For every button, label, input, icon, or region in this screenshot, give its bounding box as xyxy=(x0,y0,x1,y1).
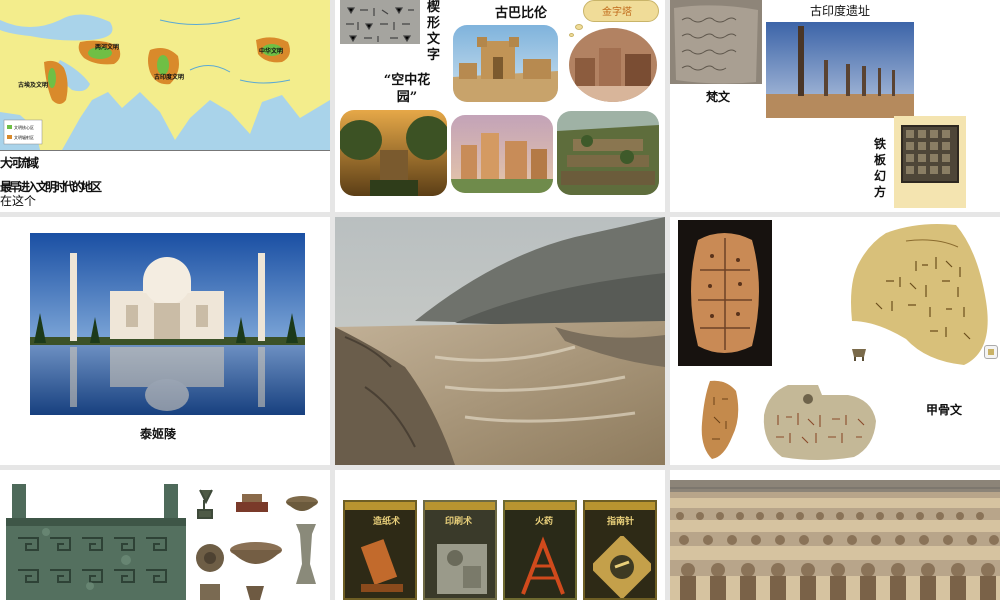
map-label-india: 古印度文明 xyxy=(154,74,185,81)
cuneiform-tablet-image xyxy=(340,0,420,44)
slide-babylon[interactable]: 楔形文字 古巴比伦 金字塔 “空中花园” xyxy=(335,0,665,212)
taj-mahal-caption: 泰姬陵 xyxy=(140,427,177,441)
divider xyxy=(0,150,330,151)
map-label-mesopotamia: 两河文明 xyxy=(95,44,120,51)
bubble-dot xyxy=(569,33,574,37)
oracle-bone-fragment-image xyxy=(846,221,994,367)
hanging-garden-image-1 xyxy=(340,110,447,196)
stamp-band xyxy=(505,502,575,510)
hanging-garden-image-2 xyxy=(451,115,553,193)
legend-radiate: 文明辐射区 xyxy=(14,135,34,140)
small-tile-icon xyxy=(984,345,998,359)
babylon-ruins-image xyxy=(453,25,558,102)
slide-terracotta-army[interactable] xyxy=(670,470,1000,600)
bronze-vessel-icon xyxy=(850,343,868,361)
map-label-china: 中华文明 xyxy=(259,48,284,55)
babylon-title: 古巴比伦 xyxy=(495,2,548,21)
stamp-title: 造纸术 xyxy=(373,517,401,527)
map-label-egypt: 古埃及文明 xyxy=(18,82,49,89)
slide-ancient-india[interactable]: 古印度遗址 梵文 铁板幻方 xyxy=(670,0,1000,212)
wedge-script-label: 楔形文字 xyxy=(427,0,441,63)
stamp-compass[interactable]: 指南针 xyxy=(583,500,657,600)
thought-bubble: 金字塔 xyxy=(583,0,659,22)
turtle-shell-image xyxy=(678,220,772,366)
oracle-bone-small-image xyxy=(696,377,744,461)
sanskrit-label: 梵文 xyxy=(706,90,731,104)
hanging-garden-image-3 xyxy=(557,111,659,195)
stamp-band xyxy=(585,502,655,510)
oracle-caption: 甲骨文 xyxy=(926,403,963,417)
caption-line4: 在这个 xyxy=(0,194,37,208)
stamp-gunpowder[interactable]: 火药 xyxy=(503,500,577,600)
india-site-label: 古印度遗址 xyxy=(810,4,871,18)
sanskrit-stone-image xyxy=(670,0,762,84)
persepolis-ruins-image xyxy=(766,22,914,118)
taj-mahal-image xyxy=(30,233,305,415)
stamp-title: 火药 xyxy=(535,517,554,527)
slide-yellow-river[interactable] xyxy=(335,217,665,465)
bronze-artifacts-image xyxy=(190,486,330,600)
stamp-papermaking[interactable]: 造纸术 xyxy=(343,500,417,600)
bubble-dot xyxy=(575,24,583,30)
stamp-title: 印刷术 xyxy=(445,517,473,527)
terracotta-army-image xyxy=(670,480,1000,600)
slide-taj-mahal[interactable]: 泰姬陵 xyxy=(0,217,330,465)
slide-oracle-bones[interactable]: 甲骨文 xyxy=(670,217,1000,465)
slide-grid: 两河文明 古埃及文明 古印度文明 中华文明 文明核心区 文明辐射区 大河流域 最… xyxy=(0,0,1000,600)
scapula-bone-image xyxy=(758,381,878,463)
stamp-printing[interactable]: 印刷术 xyxy=(423,500,497,600)
pyramid-ruins-image xyxy=(569,28,657,102)
stamp-band xyxy=(425,502,495,510)
iron-magic-square-image xyxy=(894,116,966,208)
slide-civilization-map[interactable]: 两河文明 古埃及文明 古印度文明 中华文明 文明核心区 文明辐射区 大河流域 最… xyxy=(0,0,330,212)
stamp-band xyxy=(345,502,415,510)
bronze-ding-image xyxy=(6,474,186,600)
stamp-title: 指南针 xyxy=(607,517,635,527)
legend-core: 文明核心区 xyxy=(14,125,34,130)
iron-square-label: 铁板幻方 xyxy=(874,137,887,199)
slide-bronzes[interactable] xyxy=(0,470,330,600)
yellow-river-image xyxy=(335,217,665,465)
bubble-label: 金字塔 xyxy=(602,7,632,18)
caption-line1: 大河流域 xyxy=(0,156,39,170)
slide-four-inventions[interactable]: 造纸术 印刷术 火药 指南针 xyxy=(335,470,665,600)
hanging-garden-label: “空中花园” xyxy=(383,73,431,105)
